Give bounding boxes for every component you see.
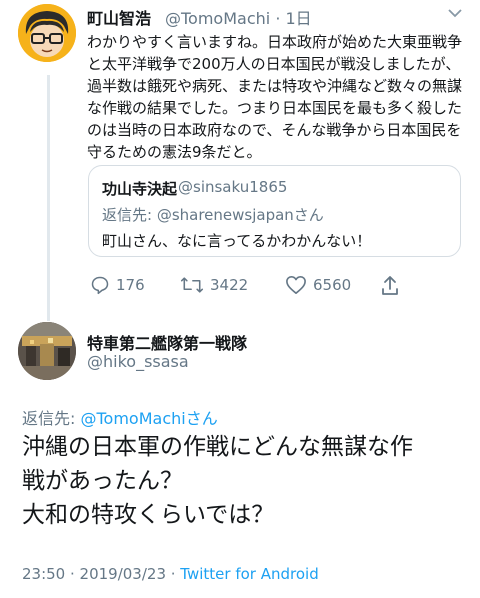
author-avatar[interactable] — [18, 4, 76, 62]
share-button[interactable] — [380, 272, 406, 298]
retweet-button[interactable]: 3422 — [180, 272, 248, 298]
reply-icon — [91, 276, 109, 295]
chevron-down-icon[interactable] — [448, 6, 462, 22]
quoted-reply-handle: @sharenewsjapanさん — [156, 206, 324, 224]
reply-count: 176 — [116, 276, 145, 294]
reply-source-app[interactable]: Twitter for Android — [180, 565, 318, 583]
reply-to-prefix: 返信先: — [22, 409, 81, 428]
heart-icon — [286, 276, 306, 294]
quoted-reply-to: 返信先: @sharenewsjapanさん — [102, 204, 324, 225]
like-button[interactable]: 6560 — [285, 272, 351, 298]
photo-avatar-icon — [18, 322, 76, 380]
reply-to-line: 返信先: @TomoMachiさん — [22, 405, 218, 429]
reply-text-line: 大和の特攻くらいでは？ — [22, 502, 275, 528]
retweet-icon — [180, 277, 204, 293]
reply-text-line: 沖縄の日本軍の作戦にどんな無謀な作 — [22, 434, 413, 460]
reply-author-avatar[interactable] — [18, 322, 76, 380]
author-name[interactable]: 町山智浩 — [87, 5, 151, 29]
reply-to-mention[interactable]: @TomoMachiさん — [80, 409, 217, 428]
reply-author-name[interactable]: 特車第二艦隊第一戦隊 — [87, 330, 247, 354]
share-icon — [382, 276, 398, 295]
reply-meta: 23:50 · 2019/03/23 · Twitter for Android — [22, 565, 319, 583]
tweet-time[interactable]: 1日 — [286, 9, 312, 28]
quoted-author-name: 功山寺決起 — [102, 180, 178, 198]
retweet-count: 3422 — [210, 276, 249, 294]
reply-timestamp: 23:50 · 2019/03/23 · — [22, 565, 181, 583]
thread-line — [47, 75, 50, 321]
reply-button[interactable]: 176 — [90, 272, 145, 298]
reply-text-line: 戦があったん？ — [22, 468, 183, 494]
reply-text: 沖縄の日本軍の作戦にどんな無謀な作 戦があったん？ 大和の特攻くらいでは？ — [22, 430, 472, 532]
quoted-reply-prefix: 返信先: — [102, 206, 157, 224]
quoted-author-handle: @sinsaku1865 — [178, 178, 288, 196]
reply-author-handle[interactable]: @hiko_ssasa — [87, 352, 189, 371]
dot-separator: · — [275, 9, 281, 28]
like-count: 6560 — [313, 276, 352, 294]
tweet-text: わかりやすく言いますね。日本政府が始めた大東亜戦争と太平洋戦争で200万人の日本… — [87, 33, 463, 161]
author-handle-and-time: @TomoMachi · 1日 — [165, 5, 312, 29]
quoted-tweet-text: 町山さん、なに言ってるかわかんない！ — [102, 232, 372, 250]
author-handle[interactable]: @TomoMachi — [165, 9, 270, 28]
cartoon-face-icon — [18, 4, 76, 62]
